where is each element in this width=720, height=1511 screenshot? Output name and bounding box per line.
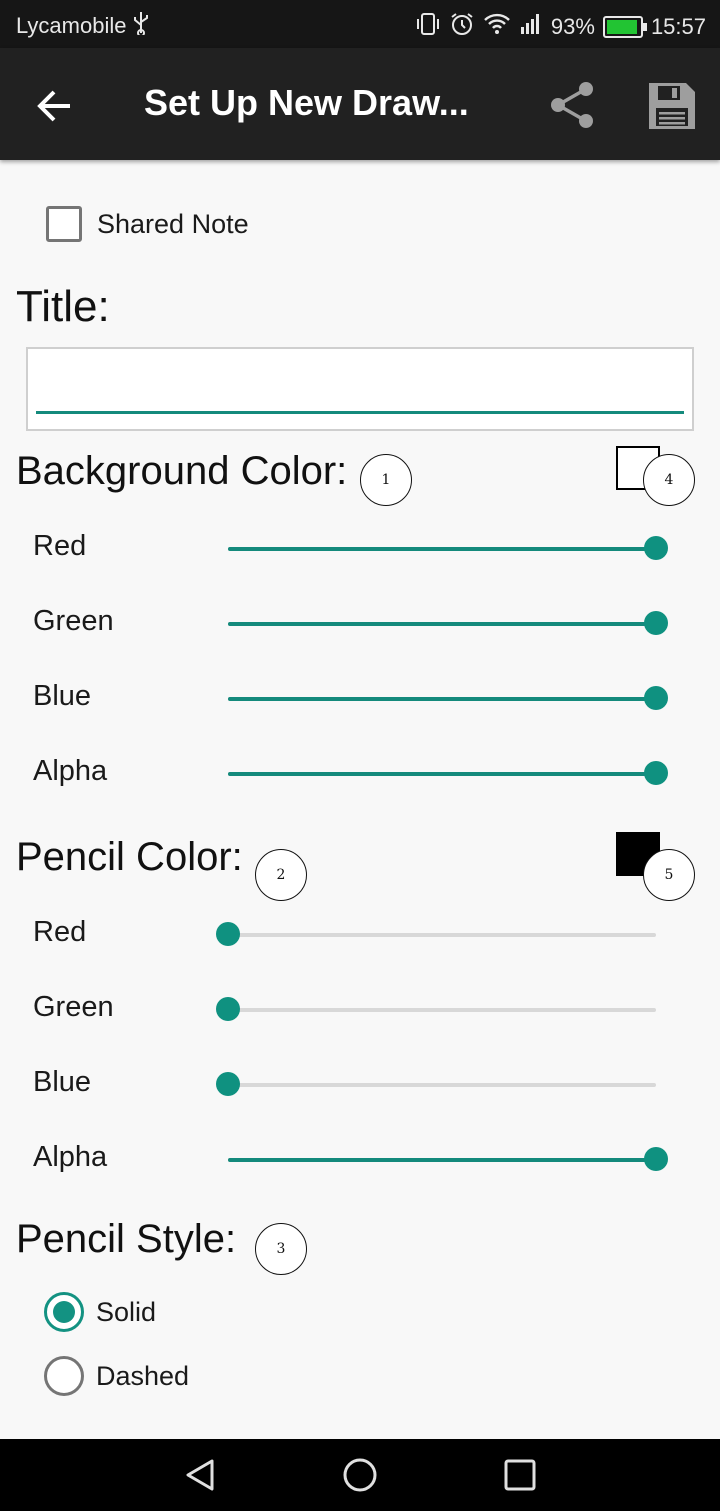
clock: 15:57 bbox=[650, 14, 706, 39]
slider-thumb[interactable] bbox=[644, 686, 668, 710]
pencil-alpha-slider[interactable] bbox=[228, 1147, 668, 1171]
slider-thumb[interactable] bbox=[644, 1147, 668, 1171]
annotation-badge: 5 bbox=[643, 849, 695, 901]
battery-percent: 93% bbox=[550, 14, 595, 39]
status-carrier-group: Lycamobile bbox=[16, 11, 150, 41]
shared-note-checkbox[interactable] bbox=[46, 206, 82, 242]
signal-icon bbox=[519, 13, 543, 41]
slider-thumb[interactable] bbox=[216, 922, 240, 946]
slider-thumb[interactable] bbox=[216, 1072, 240, 1096]
annotation-badge: 1 bbox=[360, 454, 412, 506]
slider-label: Blue bbox=[33, 680, 92, 712]
background-green-slider[interactable] bbox=[228, 611, 668, 635]
battery-icon bbox=[602, 16, 647, 38]
background-alpha-slider-row: Alpha bbox=[0, 749, 720, 799]
status-bar: Lycamobile 93% 15:57 bbox=[0, 0, 720, 48]
app-toolbar: Set Up New Draw... bbox=[0, 48, 720, 160]
annotation-badge: 4 bbox=[643, 454, 695, 506]
nav-home-icon[interactable] bbox=[342, 1457, 378, 1493]
radio-button[interactable] bbox=[44, 1292, 84, 1332]
radio-label: Dashed bbox=[96, 1360, 190, 1391]
slider-label: Red bbox=[33, 530, 87, 562]
slider-label: Green bbox=[33, 991, 114, 1023]
slider-thumb[interactable] bbox=[216, 997, 240, 1021]
annotation-badge: 3 bbox=[255, 1223, 307, 1275]
background-blue-slider-row: Blue bbox=[0, 674, 720, 724]
nav-back-icon[interactable] bbox=[182, 1457, 218, 1493]
slider-label: Alpha bbox=[33, 1141, 108, 1173]
slider-thumb[interactable] bbox=[644, 761, 668, 785]
title-input-underline bbox=[36, 411, 684, 414]
carrier-name: Lycamobile bbox=[16, 13, 127, 38]
slider-fill bbox=[228, 1158, 656, 1162]
pencil-red-slider[interactable] bbox=[216, 922, 656, 946]
background-color-heading: Background Color: bbox=[16, 449, 348, 493]
background-red-slider[interactable] bbox=[228, 536, 668, 560]
nav-recents-icon[interactable] bbox=[502, 1457, 538, 1493]
pencil-blue-slider-row: Blue bbox=[0, 1060, 720, 1110]
slider-label: Alpha bbox=[33, 755, 108, 787]
pencil-green-slider[interactable] bbox=[216, 997, 656, 1021]
slider-fill bbox=[228, 622, 656, 626]
radio-label: Solid bbox=[96, 1296, 157, 1327]
save-floppy-icon[interactable] bbox=[644, 78, 700, 134]
slider-fill bbox=[228, 772, 656, 776]
pencil-style-solid-option[interactable]: Solid bbox=[44, 1292, 156, 1332]
background-red-slider-row: Red bbox=[0, 524, 720, 574]
pencil-alpha-slider-row: Alpha bbox=[0, 1135, 720, 1185]
slider-label: Red bbox=[33, 916, 87, 948]
vibrate-icon bbox=[415, 12, 441, 42]
arrow-back-icon[interactable] bbox=[30, 80, 82, 132]
background-blue-slider[interactable] bbox=[228, 686, 668, 710]
alarm-icon bbox=[449, 11, 475, 43]
shared-note-row[interactable]: Shared Note bbox=[46, 206, 249, 242]
background-green-slider-row: Green bbox=[0, 599, 720, 649]
slider-thumb[interactable] bbox=[644, 611, 668, 635]
pencil-blue-slider[interactable] bbox=[216, 1072, 656, 1096]
system-nav-bar bbox=[0, 1439, 720, 1511]
title-input[interactable] bbox=[36, 357, 684, 411]
pencil-style-dashed-option[interactable]: Dashed bbox=[44, 1356, 189, 1396]
pencil-style-heading: Pencil Style: bbox=[16, 1217, 237, 1261]
slider-label: Green bbox=[33, 605, 114, 637]
wifi-icon bbox=[483, 12, 511, 42]
annotation-badge: 2 bbox=[255, 849, 307, 901]
share-icon[interactable] bbox=[546, 78, 600, 132]
radio-button[interactable] bbox=[44, 1356, 84, 1396]
slider-label: Blue bbox=[33, 1066, 92, 1098]
title-heading: Title: bbox=[16, 282, 110, 331]
slider-fill bbox=[228, 697, 656, 701]
pencil-color-heading: Pencil Color: bbox=[16, 835, 243, 879]
pencil-red-slider-row: Red bbox=[0, 910, 720, 960]
slider-fill bbox=[228, 547, 656, 551]
background-alpha-slider[interactable] bbox=[228, 761, 668, 785]
status-icons-group: 93% 15:57 bbox=[415, 11, 706, 43]
page-title: Set Up New Draw... bbox=[144, 82, 469, 123]
pencil-green-slider-row: Green bbox=[0, 985, 720, 1035]
title-input-box[interactable] bbox=[26, 347, 694, 431]
slider-thumb[interactable] bbox=[644, 536, 668, 560]
shared-note-label: Shared Note bbox=[97, 208, 249, 239]
usb-icon bbox=[132, 11, 150, 41]
